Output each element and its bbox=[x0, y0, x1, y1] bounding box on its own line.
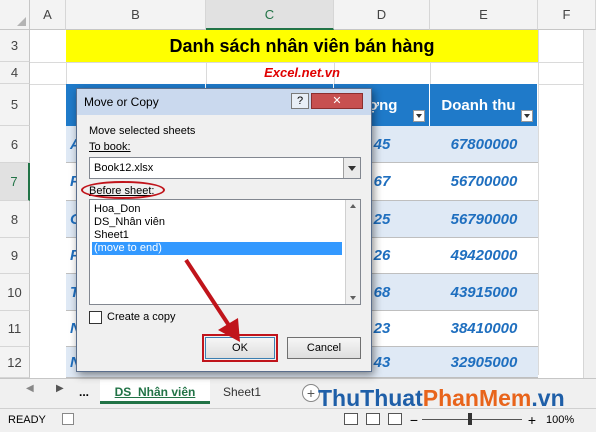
list-item[interactable]: Hoa_Don bbox=[92, 203, 342, 216]
watermark-part1: ThuThuat bbox=[318, 385, 423, 411]
chevron-down-icon[interactable] bbox=[343, 158, 360, 178]
row-header-6[interactable]: 6 bbox=[0, 126, 30, 163]
annotation-arrow bbox=[184, 258, 240, 342]
label-move-selected-sheets: Move selected sheets bbox=[89, 125, 196, 137]
create-copy-label[interactable]: Create a copy bbox=[107, 311, 175, 323]
table-cell-e[interactable]: 49420000 bbox=[430, 238, 538, 274]
arrow-head bbox=[218, 318, 240, 342]
filter-dropdown-icon[interactable] bbox=[413, 110, 425, 122]
watermark-part3: .vn bbox=[531, 385, 565, 411]
table-cell-e[interactable]: 38410000 bbox=[430, 311, 538, 347]
row-header-10[interactable]: 10 bbox=[0, 274, 30, 311]
row-header-3[interactable]: 3 bbox=[0, 30, 30, 62]
filter-dropdown-icon[interactable] bbox=[521, 110, 533, 122]
list-item[interactable]: Sheet1 bbox=[92, 229, 342, 242]
sheet-subtitle: Excel.net.vn bbox=[264, 65, 340, 80]
help-button[interactable]: ? bbox=[291, 93, 309, 109]
row-header-12[interactable]: 12 bbox=[0, 347, 30, 378]
arrow-shaft bbox=[184, 258, 234, 332]
row-header-8[interactable]: 8 bbox=[0, 201, 30, 238]
close-button[interactable]: ✕ bbox=[311, 93, 363, 109]
create-copy-checkbox[interactable] bbox=[89, 311, 102, 324]
column-header-b[interactable]: B bbox=[66, 0, 206, 30]
sheet-title: Danh sách nhân viên bán hàng bbox=[66, 30, 538, 62]
status-mode: READY bbox=[8, 414, 46, 426]
tab-ds-nhan-vien[interactable]: DS_Nhân viên bbox=[100, 380, 210, 404]
macro-record-icon[interactable] bbox=[62, 413, 74, 425]
to-book-select[interactable]: Book12.xlsx bbox=[89, 157, 361, 179]
to-book-value: Book12.xlsx bbox=[94, 162, 154, 174]
column-header-f[interactable]: F bbox=[538, 0, 596, 30]
dialog-title: Move or Copy bbox=[84, 95, 159, 109]
page-layout-icon[interactable] bbox=[366, 413, 380, 425]
tab-ellipsis[interactable]: ... bbox=[70, 380, 98, 404]
normal-view-icon[interactable] bbox=[344, 413, 358, 425]
table-cell-e[interactable]: 56700000 bbox=[430, 163, 538, 201]
watermark-part2: PhanMem bbox=[422, 385, 532, 411]
vertical-scrollbar[interactable] bbox=[583, 30, 596, 378]
row-header-7[interactable]: 7 bbox=[0, 163, 30, 201]
table-header-e[interactable]: Doanh thu bbox=[430, 84, 538, 126]
tab-sheet1[interactable]: Sheet1 bbox=[212, 380, 272, 404]
zoom-slider[interactable] bbox=[422, 419, 522, 420]
table-cell-e[interactable]: 67800000 bbox=[430, 126, 538, 163]
column-header-e[interactable]: E bbox=[430, 0, 538, 30]
label-to-book: To book: bbox=[89, 141, 131, 153]
table-cell-e[interactable]: 43915000 bbox=[430, 274, 538, 311]
header-e-label: Doanh thu bbox=[441, 96, 516, 114]
select-all-corner[interactable] bbox=[0, 0, 30, 30]
cancel-button[interactable]: Cancel bbox=[287, 337, 361, 359]
column-header-a[interactable]: A bbox=[30, 0, 66, 30]
table-cell-e[interactable]: 56790000 bbox=[430, 201, 538, 238]
tab-scroll-left-icon[interactable]: ◀ bbox=[26, 383, 38, 399]
table-cell-e[interactable]: 32905000 bbox=[430, 347, 538, 378]
row-header-9[interactable]: 9 bbox=[0, 238, 30, 274]
page-break-preview-icon[interactable] bbox=[388, 413, 402, 425]
listbox-scrollbar[interactable] bbox=[345, 200, 360, 304]
row-header-11[interactable]: 11 bbox=[0, 311, 30, 347]
watermark: ThuThuatPhanMem.vn bbox=[318, 383, 596, 413]
gridline bbox=[538, 30, 539, 375]
tab-scroll-right-icon[interactable]: ▶ bbox=[56, 383, 68, 399]
scroll-up-icon[interactable] bbox=[350, 204, 356, 208]
list-item[interactable]: DS_Nhân viên bbox=[92, 216, 342, 229]
highlight-ellipse bbox=[81, 181, 165, 199]
zoom-slider-thumb[interactable] bbox=[468, 413, 472, 425]
scroll-down-icon[interactable] bbox=[350, 296, 356, 300]
row-header-4[interactable]: 4 bbox=[0, 62, 30, 84]
column-header-c[interactable]: C bbox=[206, 0, 334, 30]
row-header-5[interactable]: 5 bbox=[0, 84, 30, 126]
column-header-d[interactable]: D bbox=[334, 0, 430, 30]
